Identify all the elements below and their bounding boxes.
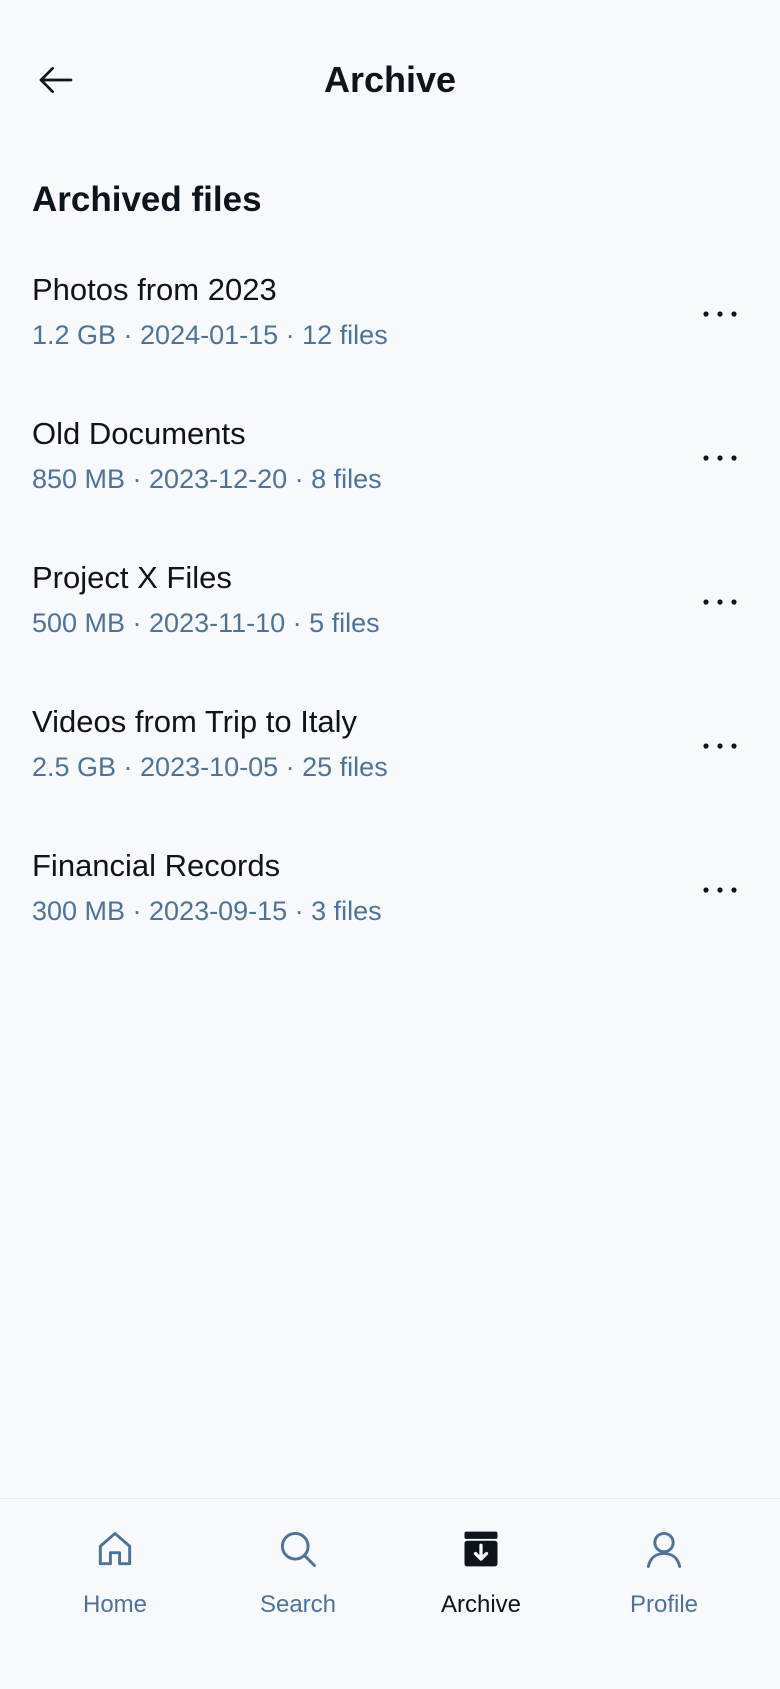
nav-item-home[interactable]: Home xyxy=(35,1525,195,1635)
file-name: Old Documents xyxy=(32,416,246,451)
user-icon xyxy=(640,1525,688,1573)
nav-label-archive: Archive xyxy=(440,1591,522,1618)
top-app-bar: Archive xyxy=(0,0,780,160)
more-options-button[interactable] xyxy=(692,862,748,918)
section-title: Archived files xyxy=(32,180,262,219)
more-options-button[interactable] xyxy=(692,574,748,630)
nav-label-profile: Profile xyxy=(629,1591,699,1618)
nav-item-profile[interactable]: Profile xyxy=(584,1525,744,1635)
more-horizontal-icon xyxy=(703,887,737,893)
list-item[interactable]: Photos from 2023 1.2 GB · 2024-01-15 · 1… xyxy=(0,256,780,400)
list-item[interactable]: Project X Files 500 MB · 2023-11-10 · 5 … xyxy=(0,544,780,688)
magnifying-glass-icon xyxy=(274,1525,322,1573)
file-meta: 850 MB · 2023-12-20 · 8 files xyxy=(32,464,382,494)
file-meta: 300 MB · 2023-09-15 · 3 files xyxy=(32,896,382,926)
list-item[interactable]: Old Documents 850 MB · 2023-12-20 · 8 fi… xyxy=(0,400,780,544)
more-horizontal-icon xyxy=(703,599,737,605)
file-name: Videos from Trip to Italy xyxy=(32,704,358,739)
file-name: Financial Records xyxy=(32,848,281,883)
archived-file-list: Photos from 2023 1.2 GB · 2024-01-15 · 1… xyxy=(0,256,780,976)
file-name: Photos from 2023 xyxy=(32,272,277,307)
more-options-button[interactable] xyxy=(692,718,748,774)
house-icon xyxy=(91,1525,139,1573)
file-meta: 2.5 GB · 2023-10-05 · 25 files xyxy=(32,752,388,782)
nav-label-home: Home xyxy=(82,1591,148,1618)
nav-item-archive[interactable]: Archive xyxy=(401,1525,561,1635)
bottom-navigation-bar: Home Search Archive Profile xyxy=(0,1498,780,1689)
more-options-button[interactable] xyxy=(692,286,748,342)
nav-label-search: Search xyxy=(259,1591,337,1618)
file-name: Project X Files xyxy=(32,560,232,595)
list-item[interactable]: Financial Records 300 MB · 2023-09-15 · … xyxy=(0,832,780,976)
file-meta: 1.2 GB · 2024-01-15 · 12 files xyxy=(32,320,388,350)
list-item[interactable]: Videos from Trip to Italy 2.5 GB · 2023-… xyxy=(0,688,780,832)
more-horizontal-icon xyxy=(703,455,737,461)
nav-item-search[interactable]: Search xyxy=(218,1525,378,1635)
more-horizontal-icon xyxy=(703,311,737,317)
page-title: Archive xyxy=(323,59,457,100)
archive-box-icon xyxy=(457,1525,505,1573)
more-options-button[interactable] xyxy=(692,430,748,486)
more-horizontal-icon xyxy=(703,743,737,749)
file-meta: 500 MB · 2023-11-10 · 5 files xyxy=(32,608,380,638)
